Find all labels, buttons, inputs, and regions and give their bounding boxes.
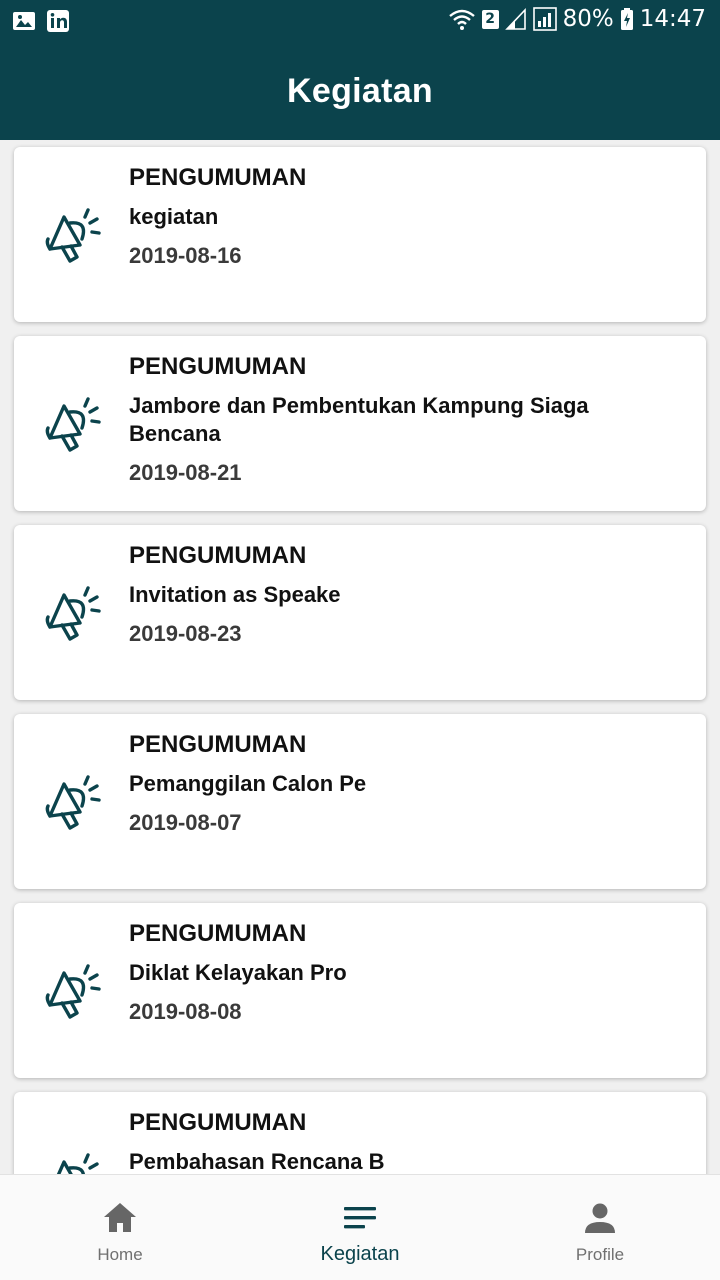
nav-label-home: Home <box>97 1245 143 1264</box>
megaphone-icon <box>45 964 101 1019</box>
card-date: 2019-08-21 <box>129 460 242 485</box>
megaphone-icon <box>45 586 101 641</box>
card-title: Diklat Kelayakan Pro <box>129 960 347 985</box>
card-type: PENGUMUMAN <box>129 164 307 191</box>
megaphone-icon <box>45 397 101 452</box>
person-icon <box>585 1203 615 1233</box>
battery-icon <box>620 8 633 30</box>
card-content: PENGUMUMAN Pemanggilan Calon Pe 2019-08-… <box>129 730 636 837</box>
list-item[interactable]: PENGUMUMAN Jambore dan Pembentukan Kampu… <box>14 336 706 511</box>
card-date: 2019-08-23 <box>129 621 242 646</box>
card-content: PENGUMUMAN Jambore dan Pembentukan Kampu… <box>129 352 636 487</box>
nav-item-kegiatan[interactable]: Kegiatan <box>240 1175 480 1280</box>
list-item[interactable]: PENGUMUMAN kegiatan 2019-08-16 <box>14 147 706 322</box>
wifi-icon <box>448 9 475 30</box>
home-icon <box>104 1203 136 1232</box>
card-content: PENGUMUMAN kegiatan 2019-08-16 <box>129 163 636 270</box>
list-item[interactable]: PENGUMUMAN Pembahasan Rencana B <box>14 1092 706 1174</box>
card-date: 2019-08-16 <box>129 243 242 268</box>
status-bar: 2 80% 14:47 <box>0 0 720 42</box>
card-title: Jambore dan Pembentukan Kampung Siaga Be… <box>129 393 589 446</box>
card-type: PENGUMUMAN <box>129 1109 307 1136</box>
card-type: PENGUMUMAN <box>129 542 307 569</box>
system-status: 2 80% 14:47 <box>448 6 706 32</box>
nav-label-kegiatan: Kegiatan <box>320 1243 400 1265</box>
nav-label-profile: Profile <box>575 1245 625 1264</box>
clock: 14:47 <box>639 6 706 32</box>
card-title: Pembahasan Rencana B <box>129 1149 385 1174</box>
nav-item-home[interactable]: Home <box>0 1175 240 1280</box>
notification-icons <box>12 9 70 33</box>
card-type: PENGUMUMAN <box>129 920 307 947</box>
page-title: Kegiatan <box>287 71 433 110</box>
card-content: PENGUMUMAN Pembahasan Rencana B <box>129 1108 636 1174</box>
list-item[interactable]: PENGUMUMAN Invitation as Speake 2019-08-… <box>14 525 706 700</box>
signal-icon <box>532 7 557 31</box>
app-bar: Kegiatan <box>0 42 720 140</box>
menu-lines-icon <box>344 1207 376 1229</box>
list-item[interactable]: PENGUMUMAN Diklat Kelayakan Pro 2019-08-… <box>14 903 706 1078</box>
card-date: 2019-08-07 <box>129 810 242 835</box>
sim-badge: 2 <box>481 9 499 29</box>
card-content: PENGUMUMAN Diklat Kelayakan Pro 2019-08-… <box>129 919 636 1026</box>
card-title: Invitation as Speake <box>129 582 341 607</box>
megaphone-icon <box>56 1153 99 1174</box>
card-title: Pemanggilan Calon Pe <box>129 771 367 796</box>
card-type: PENGUMUMAN <box>129 731 307 758</box>
nav-item-profile[interactable]: Profile <box>480 1175 720 1280</box>
card-content: PENGUMUMAN Invitation as Speake 2019-08-… <box>129 541 636 648</box>
battery-percentage: 80% <box>562 6 614 32</box>
linkedin-icon <box>47 10 69 32</box>
megaphone-icon <box>45 208 101 263</box>
megaphone-icon <box>45 775 101 830</box>
signal-icon <box>504 7 526 30</box>
list-item[interactable]: PENGUMUMAN Pemanggilan Calon Pe 2019-08-… <box>14 714 706 889</box>
bottom-navigation: Home Kegiatan Profile <box>0 1174 720 1280</box>
card-date: 2019-08-08 <box>129 999 242 1024</box>
activity-list[interactable]: PENGUMUMAN kegiatan 2019-08-16 PENGUMUMA… <box>0 140 720 1174</box>
card-title: kegiatan <box>129 204 219 229</box>
image-icon <box>13 12 35 30</box>
card-type: PENGUMUMAN <box>129 353 307 380</box>
